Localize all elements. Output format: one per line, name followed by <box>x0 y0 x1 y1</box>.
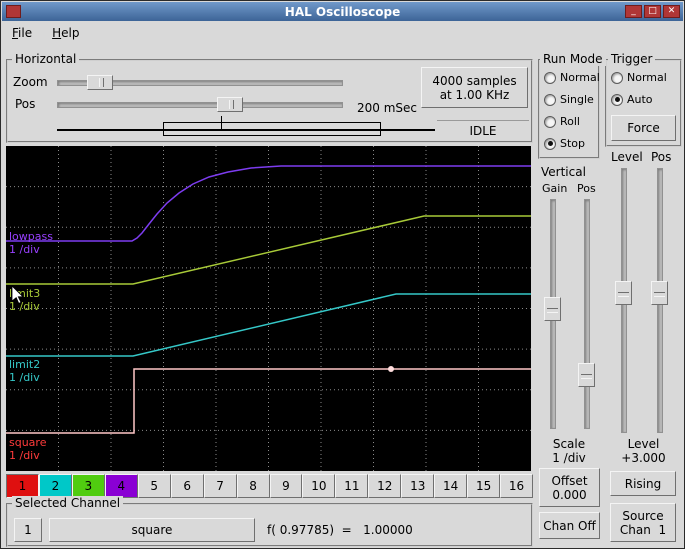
radio-dot <box>544 93 556 106</box>
radio-label: Roll <box>560 115 580 128</box>
samples-line-1: 4000 samples <box>432 73 517 88</box>
channel-button-7[interactable]: 7 <box>203 474 237 498</box>
selected-channel-number-button[interactable]: 1 <box>14 518 42 542</box>
offset-line-2: 0.000 <box>552 487 587 502</box>
channel-button-15[interactable]: 15 <box>467 474 501 498</box>
samples-button[interactable]: 4000 samples at 1.00 KHz <box>421 67 528 108</box>
radio-dot <box>611 93 623 106</box>
trigger-source-button[interactable]: Source Chan 1 <box>610 503 676 542</box>
vpos-slider-label: Pos <box>577 182 596 195</box>
selected-channel-frame-label: Selected Channel <box>12 496 124 510</box>
trigger-pos-slider-handle[interactable] <box>651 281 668 305</box>
hal-oscilloscope-window: HAL Oscilloscope _ □ ✕ File Help Horizon… <box>0 0 685 549</box>
channel-button-9[interactable]: 9 <box>269 474 303 498</box>
titlebar[interactable]: HAL Oscilloscope _ □ ✕ <box>2 2 683 21</box>
vpos-slider-handle[interactable] <box>578 363 595 387</box>
rate-line-1: 200 mSec <box>356 101 417 115</box>
channel-button-4[interactable]: 4 <box>104 474 138 498</box>
trace-label-limit2: limit2 1 /div <box>9 358 41 384</box>
channel-button-6[interactable]: 6 <box>170 474 204 498</box>
run-mode-normal-radio[interactable]: Normal <box>544 71 600 84</box>
trigger-point-marker <box>388 366 394 372</box>
radio-label: Normal <box>560 71 600 84</box>
trigger-level-title: Level <box>627 437 660 451</box>
offset-line-1: Offset <box>551 473 588 488</box>
menu-help[interactable]: Help <box>52 26 79 40</box>
source-line-2: Chan 1 <box>619 522 667 537</box>
vertical-group-label: Vertical <box>541 165 586 179</box>
minimize-button[interactable]: _ <box>625 5 642 18</box>
source-line-1: Source <box>622 508 664 523</box>
run-mode-stop-radio[interactable]: Stop <box>544 137 585 150</box>
force-button[interactable]: Force <box>611 115 676 141</box>
trigger-position-tick <box>221 116 222 130</box>
offset-button[interactable]: Offset 0.000 <box>539 468 600 507</box>
run-mode-frame-label: Run Mode <box>540 52 606 66</box>
radio-label: Stop <box>560 137 586 150</box>
scope-canvas <box>6 146 531 471</box>
selected-channel-readout: f( 0.97785) = 1.00000 <box>267 523 413 537</box>
menubar: File Help <box>2 21 683 45</box>
radio-label: Normal <box>627 71 667 84</box>
scope-display[interactable]: lowpass 1 /div limit3 1 /div limit2 1 /div squ… <box>6 146 531 471</box>
horizontal-frame-label: Horizontal <box>12 52 80 66</box>
channel-button-1[interactable]: 1 <box>6 474 39 498</box>
trace-label-lowpass: lowpass 1 /div <box>9 230 53 256</box>
channel-button-13[interactable]: 13 <box>401 474 435 498</box>
run-mode-single-radio[interactable]: Single <box>544 93 594 106</box>
vpos-slider-track[interactable] <box>584 199 590 429</box>
window-controls: _ □ ✕ <box>625 5 680 18</box>
maximize-button[interactable]: □ <box>644 5 661 18</box>
channel-button-11[interactable]: 11 <box>335 474 369 498</box>
channel-button-12[interactable]: 12 <box>368 474 402 498</box>
zoom-label: Zoom <box>13 75 48 89</box>
scale-value: 1 /div <box>552 451 586 465</box>
trigger-level-slider-label: Level <box>611 150 643 164</box>
samples-line-2: at 1.00 KHz <box>439 87 510 102</box>
trigger-auto-radio[interactable]: Auto <box>611 93 653 106</box>
record-view-window[interactable] <box>163 122 381 136</box>
selected-channel-source-button[interactable]: square <box>49 518 255 542</box>
channel-button-5[interactable]: 5 <box>137 474 171 498</box>
close-button[interactable]: ✕ <box>663 5 680 18</box>
channel-button-8[interactable]: 8 <box>236 474 270 498</box>
radio-dot <box>544 71 556 84</box>
trigger-level-slider-handle[interactable] <box>615 281 632 305</box>
trigger-edge-button[interactable]: Rising <box>610 471 676 496</box>
hpos-slider-track[interactable] <box>57 102 343 108</box>
trigger-pos-slider-label: Pos <box>651 150 672 164</box>
channel-buttons-row: 1 2 3 4 5 6 7 8 9 10 11 12 13 14 15 16 <box>6 474 533 498</box>
hpos-label: Pos <box>15 97 36 111</box>
radio-dot <box>544 137 556 150</box>
radio-dot <box>544 115 556 128</box>
trace-label-square: square 1 /div <box>9 436 47 462</box>
hpos-slider-handle[interactable] <box>217 97 243 112</box>
channel-button-14[interactable]: 14 <box>434 474 468 498</box>
radio-dot <box>611 71 623 84</box>
scale-title: Scale <box>552 437 586 451</box>
radio-label: Auto <box>627 93 653 106</box>
trigger-frame-label: Trigger <box>608 52 656 66</box>
trace-lowpass <box>6 165 531 242</box>
trigger-level-value: +3.000 <box>621 451 666 465</box>
channel-button-2[interactable]: 2 <box>38 474 72 498</box>
channel-button-3[interactable]: 3 <box>71 474 105 498</box>
gain-slider-handle[interactable] <box>544 297 561 321</box>
mouse-cursor <box>11 285 24 304</box>
chan-off-button[interactable]: Chan Off <box>539 512 600 539</box>
menu-file[interactable]: File <box>12 26 32 40</box>
radio-label: Single <box>560 93 594 106</box>
gain-slider-label: Gain <box>542 182 568 195</box>
trigger-normal-radio[interactable]: Normal <box>611 71 667 84</box>
channel-button-16[interactable]: 16 <box>500 474 533 498</box>
window-title: HAL Oscilloscope <box>284 5 401 19</box>
channel-button-10[interactable]: 10 <box>302 474 336 498</box>
status-label: IDLE <box>469 124 497 138</box>
run-mode-roll-radio[interactable]: Roll <box>544 115 580 128</box>
status-separator <box>437 120 529 121</box>
zoom-slider-handle[interactable] <box>87 75 113 90</box>
